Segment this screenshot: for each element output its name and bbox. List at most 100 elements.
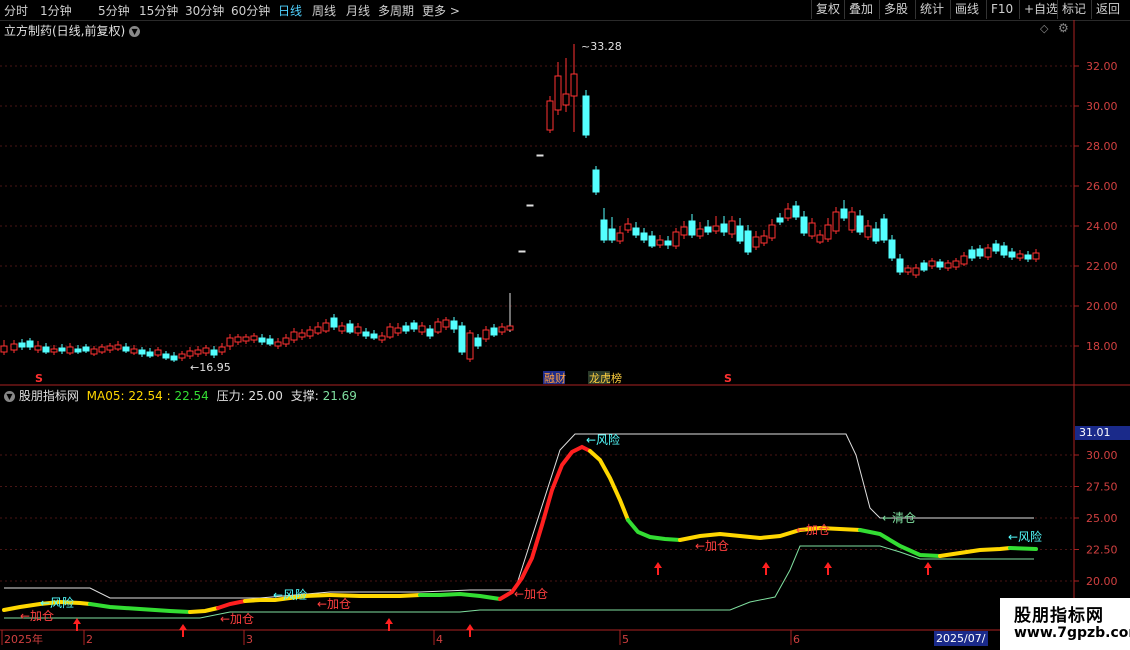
- marker-s: S: [35, 372, 43, 385]
- candle-body: [506, 325, 514, 331]
- candle-body: [704, 226, 712, 233]
- ma-line-segment: [216, 599, 247, 610]
- indicator-tick-label: 20.00: [1086, 575, 1118, 588]
- indicator-name: 股朋指标网: [18, 389, 79, 403]
- candle-body: [434, 321, 442, 333]
- candle-body: [518, 250, 526, 253]
- candle-body: [832, 211, 840, 232]
- ma-line-segment: [626, 518, 682, 542]
- time-label: 5: [622, 633, 629, 646]
- chevron-down-icon[interactable]: ▼: [4, 391, 15, 402]
- candle-body: [712, 225, 720, 232]
- candle-body: [50, 348, 58, 353]
- candle-body: [880, 218, 888, 241]
- candle-body: [498, 326, 506, 333]
- event-label-longhu: 龙虎榜: [589, 371, 622, 385]
- candle-body: [960, 255, 968, 265]
- ma-line-segment: [418, 591, 502, 601]
- candle-body: [298, 332, 306, 338]
- candle-body: [1024, 254, 1032, 260]
- candle-body: [562, 93, 570, 106]
- annotation-add: ←加仓: [796, 523, 830, 537]
- candle-body: [402, 325, 410, 332]
- candle-body: [864, 225, 872, 238]
- candle-body: [186, 350, 194, 357]
- buy-arrow-icon: [654, 562, 662, 575]
- candle-body: [856, 215, 864, 233]
- candle-body: [18, 342, 26, 348]
- candle-body: [386, 326, 394, 338]
- indicator-header: ▼ 股朋指标网 MA05: 22.54 : 22.54 压力: 25.00 支撑…: [4, 387, 357, 404]
- candle-body: [1008, 251, 1016, 258]
- candle-body: [138, 349, 146, 355]
- candle-body: [442, 319, 450, 328]
- candle-body: [162, 353, 170, 359]
- candle-body: [34, 345, 42, 351]
- kline-chart[interactable]: 32.00 30.00 28.00 26.00 24.00 22.00 20.00 18.00…: [0, 0, 1130, 650]
- candle-body: [338, 325, 346, 332]
- candle-body: [178, 353, 186, 359]
- candle-body: [466, 332, 474, 360]
- candle-body: [250, 335, 258, 341]
- candle-body: [792, 205, 800, 218]
- candle-body: [170, 355, 178, 361]
- candle-body: [536, 154, 544, 157]
- candle-body: [656, 239, 664, 246]
- annotation-risk: ←风险: [586, 432, 620, 447]
- candle-body: [10, 343, 18, 351]
- candle-body: [664, 240, 672, 246]
- time-label: 2025年: [4, 632, 43, 646]
- candle-body: [840, 208, 848, 219]
- candle-body: [98, 346, 106, 353]
- candle-body: [450, 320, 458, 330]
- pressure-value: 25.00: [248, 389, 283, 403]
- candle-body: [458, 325, 466, 353]
- ma-line-segment: [588, 449, 630, 522]
- main-tick-label: 28.00: [1086, 140, 1118, 153]
- time-label: 4: [436, 633, 443, 646]
- main-tick-label: 30.00: [1086, 100, 1118, 113]
- watermark-title: 股朋指标网: [1014, 606, 1104, 626]
- candle-body: [290, 331, 298, 341]
- ma-line-segment: [188, 606, 220, 614]
- annotation-add: ←加仓: [20, 609, 54, 623]
- buy-arrow-icon: [73, 618, 81, 631]
- ma-value: 22.54: [128, 389, 163, 403]
- candle-body: [992, 243, 1000, 252]
- candle-body: [546, 100, 554, 131]
- buy-arrow-icon: [824, 562, 832, 575]
- candle-body: [426, 328, 434, 337]
- low-price-label: ←16.95: [190, 361, 231, 374]
- candle-body: [848, 211, 856, 231]
- candle-body: [130, 348, 138, 354]
- candle-body: [490, 327, 498, 336]
- candle-body: [570, 73, 578, 97]
- candle-body: [784, 208, 792, 219]
- annotation-add: ←加仓: [514, 587, 548, 601]
- candle-body: [800, 216, 808, 234]
- candle-body: [418, 325, 426, 333]
- candle-body: [526, 204, 534, 207]
- buy-arrow-icon: [385, 618, 393, 631]
- candle-body: [888, 239, 896, 259]
- time-label: 2: [86, 633, 93, 646]
- candle-body: [474, 337, 482, 347]
- main-tick-label: 22.00: [1086, 260, 1118, 273]
- candle-body: [600, 219, 608, 241]
- main-price-ticks: 32.00 30.00 28.00 26.00 24.00 22.00 20.00 18.00: [1074, 60, 1118, 353]
- candlesticks: [0, 44, 1040, 362]
- pressure-line: [4, 433, 1034, 599]
- pressure-label: 压力:: [216, 389, 245, 403]
- candle-body: [322, 322, 330, 332]
- support-value: 21.69: [322, 389, 357, 403]
- ma-label: MA05:: [86, 389, 125, 403]
- candle-body: [394, 327, 402, 334]
- candle-body: [624, 223, 632, 231]
- high-price-label: ~33.28: [581, 40, 622, 53]
- candle-body: [370, 333, 378, 339]
- candle-body: [234, 336, 242, 343]
- candle-body: [872, 228, 880, 242]
- candle-body: [1000, 245, 1008, 256]
- candle-body: [258, 337, 266, 343]
- candle-body: [752, 236, 760, 248]
